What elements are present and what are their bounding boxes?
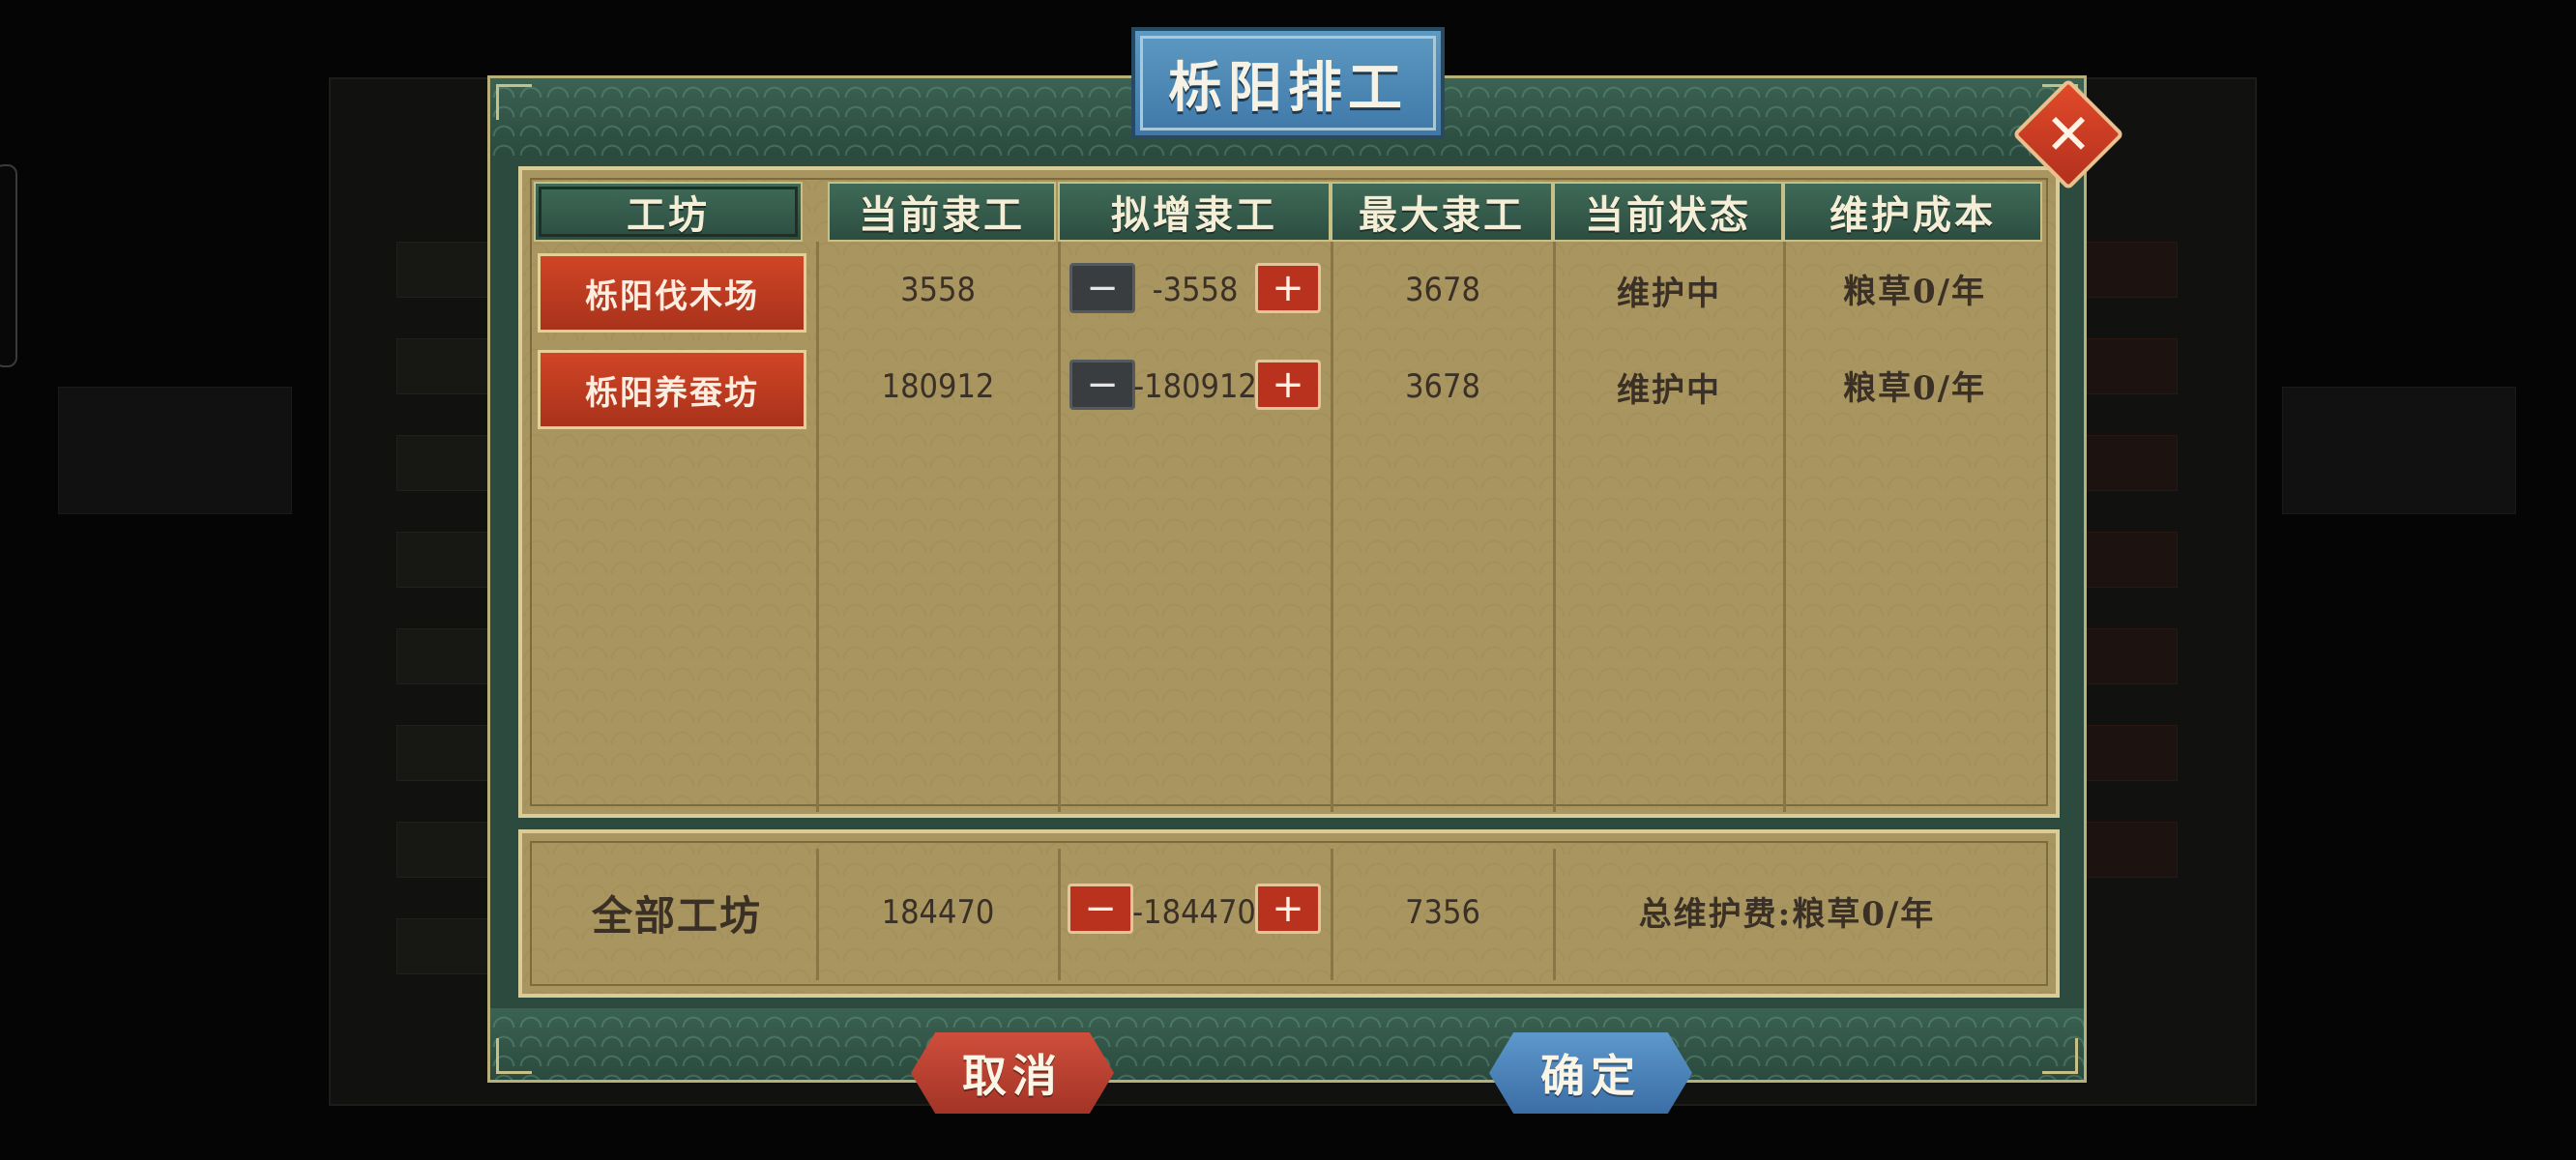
corner-ornament	[496, 84, 532, 120]
header-maintenance-cost: 维护成本	[1783, 182, 2042, 242]
status-value: 维护中	[1617, 274, 1721, 313]
background-row	[2079, 532, 2178, 588]
column-divider	[816, 242, 819, 812]
background-row	[2079, 435, 2178, 491]
header-current-workers: 当前隶工	[828, 182, 1056, 242]
workshop-button-silkworm[interactable]: 栎阳养蚕坊	[538, 350, 806, 429]
screen-edge-handle[interactable]	[0, 164, 17, 367]
increase-button[interactable]: +	[1255, 360, 1321, 410]
increase-all-button[interactable]: +	[1255, 884, 1321, 934]
column-divider	[1553, 242, 1556, 812]
header-workshop: 工坊	[534, 182, 803, 242]
column-divider	[1058, 849, 1061, 980]
cancel-button[interactable]: 取消	[911, 1032, 1114, 1114]
header-proposed-workers: 拟增隶工	[1058, 182, 1331, 242]
background-row	[2079, 822, 2178, 878]
background-side-panel	[2282, 387, 2516, 514]
current-workers-value: 3558	[900, 271, 976, 309]
dialog-title: 栎阳排工	[1168, 55, 1408, 120]
column-divider	[1783, 242, 1786, 812]
maintenance-cost-value: 粮草0/年	[1842, 272, 1987, 311]
header-max-workers: 最大隶工	[1331, 182, 1553, 242]
decrease-all-button[interactable]: −	[1068, 884, 1133, 934]
header-label: 最大隶工	[1359, 192, 1525, 238]
background-row	[2079, 725, 2178, 781]
maintenance-cost-value: 粮草0/年	[1842, 368, 1987, 408]
close-icon[interactable]: ✕	[2029, 95, 2108, 174]
background-row	[2079, 242, 2178, 298]
corner-ornament	[496, 1038, 532, 1074]
header-label: 维护成本	[1830, 192, 1996, 238]
max-workers-value: 3678	[1405, 271, 1480, 309]
decrease-button[interactable]: −	[1069, 263, 1135, 313]
max-workers-value: 3678	[1405, 367, 1480, 406]
dialog-title-plate: 栎阳排工	[1131, 27, 1445, 139]
background-row	[2079, 338, 2178, 394]
total-max-workers: 7356	[1405, 893, 1480, 932]
header-label: 工坊	[627, 192, 710, 238]
column-divider	[1331, 242, 1333, 812]
corner-ornament	[2042, 1038, 2078, 1074]
decrease-button[interactable]: −	[1069, 360, 1135, 410]
background-side-panel	[58, 387, 292, 514]
header-label: 拟增隶工	[1111, 192, 1277, 238]
confirm-label: 确定	[1540, 1050, 1641, 1102]
status-value: 维护中	[1617, 370, 1721, 410]
total-proposed-workers: -184470	[1132, 893, 1256, 932]
proposed-workers-value: -3558	[1152, 271, 1239, 309]
total-current-workers: 184470	[881, 893, 995, 932]
dialog-bottom-band	[490, 1008, 2084, 1080]
header-label: 当前隶工	[859, 192, 1025, 238]
workshop-name: 栎阳伐木场	[585, 276, 759, 316]
header-label: 当前状态	[1585, 192, 1751, 238]
confirm-button[interactable]: 确定	[1489, 1032, 1692, 1114]
current-workers-value: 180912	[881, 367, 995, 406]
workshop-name: 栎阳养蚕坊	[585, 373, 759, 413]
column-divider	[1058, 242, 1061, 812]
total-maintenance-cost: 总维护费:粮草0/年	[1638, 894, 1936, 934]
all-workshops-label: 全部工坊	[591, 891, 762, 940]
proposed-workers-value: -180912	[1133, 367, 1257, 406]
cancel-label: 取消	[962, 1050, 1063, 1102]
header-status: 当前状态	[1553, 182, 1783, 242]
increase-button[interactable]: +	[1255, 263, 1321, 313]
background-row	[2079, 628, 2178, 684]
workshop-button-logging[interactable]: 栎阳伐木场	[538, 253, 806, 333]
